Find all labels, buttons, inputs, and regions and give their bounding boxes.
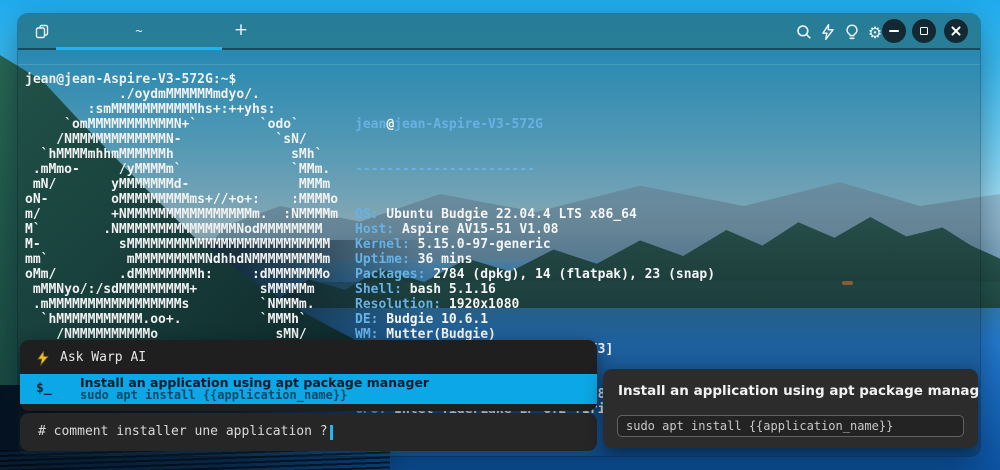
terminal-input-text: # comment installer une application ?	[38, 424, 328, 440]
bolt-icon	[36, 351, 50, 366]
info-line: Packages: 2784 (dpkg), 14 (flatpak), 23 …	[355, 267, 715, 282]
terminal-window: ~ + ⚙	[18, 14, 980, 456]
active-tab-underline	[56, 47, 222, 50]
desktop: ~ + ⚙	[0, 0, 1000, 470]
info-line: Shell: bash 5.1.16	[355, 282, 715, 297]
search-icon[interactable]	[795, 23, 813, 41]
maximize-icon	[920, 27, 928, 35]
minimize-icon	[889, 30, 899, 32]
maximize-button[interactable]	[912, 19, 936, 43]
tips-lightbulb-icon[interactable]	[843, 23, 861, 41]
info-line: DE: Budgie 10.6.1	[355, 312, 715, 327]
info-line: OS: Ubuntu Budgie 22.04.4 LTS x86_64	[355, 207, 715, 222]
ai-panel-header: Ask Warp AI	[36, 349, 146, 367]
suggestion-preview-panel: Install an application using apt package…	[603, 369, 978, 448]
suggestion-command: sudo apt install {{application_name}}	[80, 389, 347, 402]
tab-bar: ~ + ⚙	[18, 14, 980, 50]
tab-title: ~	[56, 14, 222, 48]
close-button[interactable]	[944, 19, 968, 43]
close-icon	[950, 25, 962, 37]
ai-header-label: Ask Warp AI	[60, 349, 146, 367]
minimize-button[interactable]	[882, 19, 906, 43]
info-line: Kernel: 5.15.0-97-generic	[355, 237, 715, 252]
warp-ai-bolt-icon[interactable]	[819, 23, 837, 41]
info-line: Resolution: 1920x1080	[355, 297, 715, 312]
prompt-symbol-icon: $_	[36, 380, 52, 398]
terminal-input[interactable]: # comment installer une application ?	[20, 413, 597, 451]
ask-warp-ai-panel: Ask Warp AI $_ Install an application us…	[20, 340, 597, 411]
bookmarks-pages-icon[interactable]	[34, 24, 50, 40]
neofetch-ascii-logo: ./oydmMMMMMMmdyo/. :smMMMMMMMMMMMhs+:++y…	[25, 87, 338, 342]
text-cursor	[330, 425, 333, 440]
preview-code-box: sudo apt install {{application_name}}	[617, 415, 964, 437]
ai-suggestion-item[interactable]: $_ Install an application using apt pack…	[20, 374, 597, 404]
new-tab-button[interactable]: +	[224, 14, 258, 50]
neofetch-user-host: jean@jean-Aspire-V3-572G	[355, 117, 715, 132]
tab-home[interactable]: ~	[56, 14, 222, 50]
info-line: Host: Aspire AV15-51 V1.08	[355, 222, 715, 237]
neofetch-separator: -----------------------	[355, 162, 715, 177]
shell-prompt-line: jean@jean-Aspire-V3-572G:~$	[25, 72, 236, 87]
command-block-separator	[18, 64, 980, 65]
preview-command: sudo apt install {{application_name}}	[626, 419, 893, 433]
info-line: Uptime: 36 mins	[355, 252, 715, 267]
preview-title: Install an application using apt package…	[618, 383, 980, 399]
